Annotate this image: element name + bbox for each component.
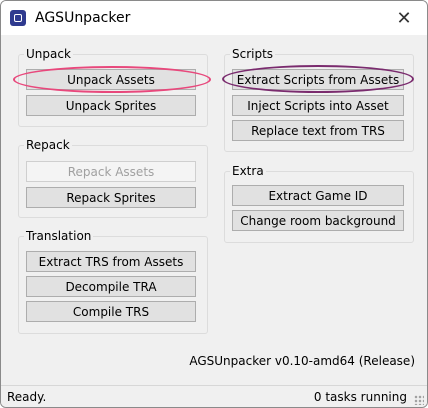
app-window: AGSUnpacker ✕ Unpack Unpack Assets Unpac… bbox=[0, 0, 428, 408]
window-title: AGSUnpacker bbox=[35, 10, 131, 26]
unpack-group: Unpack bbox=[18, 47, 208, 127]
inject-scripts-button[interactable]: Inject Scripts into Asset bbox=[232, 95, 404, 116]
translation-group-label: Translation bbox=[24, 229, 94, 243]
repack-assets-button[interactable]: Repack Assets bbox=[26, 161, 196, 182]
decompile-tra-button[interactable]: Decompile TRA bbox=[26, 276, 196, 297]
scripts-group-label: Scripts bbox=[230, 47, 276, 61]
close-button[interactable]: ✕ bbox=[381, 1, 427, 35]
title-bar: AGSUnpacker ✕ bbox=[1, 1, 427, 35]
extract-game-id-button[interactable]: Extract Game ID bbox=[232, 185, 404, 206]
extra-group: Extra bbox=[224, 164, 414, 243]
unpack-assets-button[interactable]: Unpack Assets bbox=[26, 69, 196, 90]
app-icon bbox=[10, 10, 26, 26]
change-room-background-button[interactable]: Change room background bbox=[232, 210, 404, 231]
extra-group-label: Extra bbox=[230, 164, 266, 178]
status-bar: Ready. 0 tasks running bbox=[1, 385, 427, 407]
unpack-group-label: Unpack bbox=[24, 47, 73, 61]
replace-text-button[interactable]: Replace text from TRS bbox=[232, 120, 404, 141]
extract-scripts-button[interactable]: Extract Scripts from Assets bbox=[232, 69, 404, 90]
close-icon: ✕ bbox=[396, 7, 412, 29]
repack-sprites-button[interactable]: Repack Sprites bbox=[26, 187, 196, 208]
compile-trs-button[interactable]: Compile TRS bbox=[26, 301, 196, 322]
repack-group-label: Repack bbox=[24, 138, 72, 152]
extract-trs-button[interactable]: Extract TRS from Assets bbox=[26, 251, 196, 272]
resize-grip-icon[interactable] bbox=[414, 395, 424, 405]
status-text: Ready. bbox=[7, 390, 47, 404]
tasks-running-text: 0 tasks running bbox=[313, 390, 407, 404]
unpack-sprites-button[interactable]: Unpack Sprites bbox=[26, 95, 196, 116]
version-label: AGSUnpacker v0.10-amd64 (Release) bbox=[189, 354, 415, 368]
